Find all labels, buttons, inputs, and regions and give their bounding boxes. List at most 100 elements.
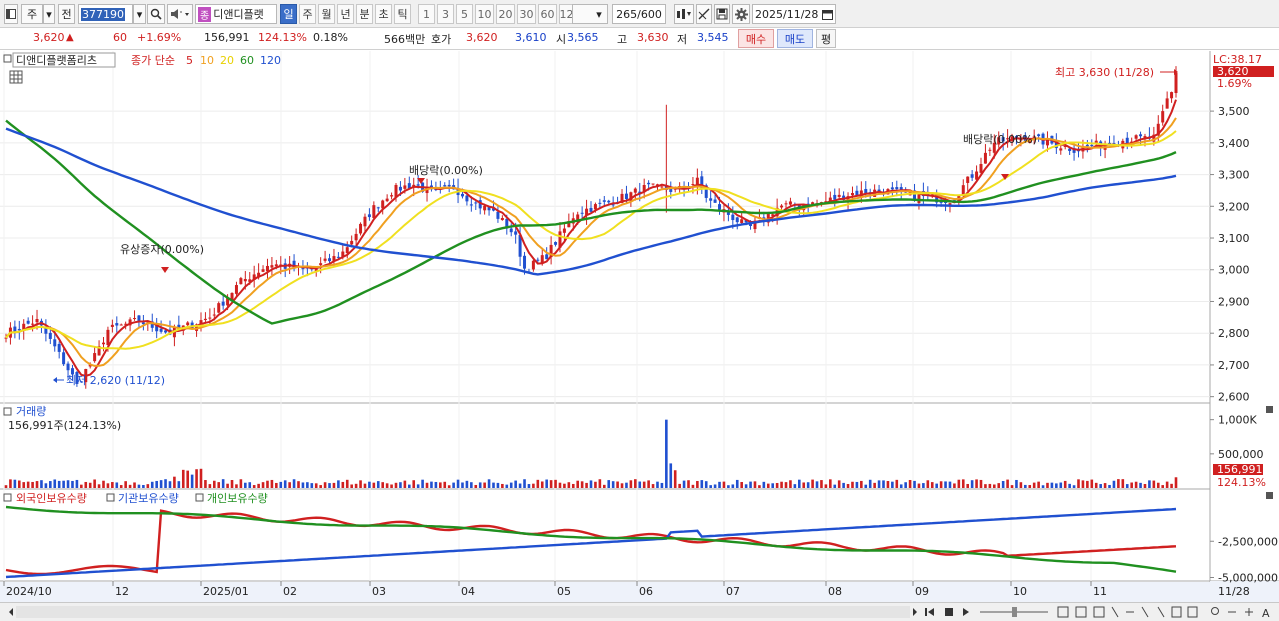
copy-icon[interactable] xyxy=(1171,606,1182,618)
volume-bar xyxy=(975,479,978,488)
volume-ratio: 124.13% xyxy=(258,31,307,44)
zoom-slider[interactable] xyxy=(980,607,1048,617)
stop-icon[interactable] xyxy=(945,608,953,616)
volume-bar xyxy=(899,484,903,488)
volume-bar xyxy=(913,480,916,488)
volume-bar xyxy=(57,480,61,488)
volume-bar xyxy=(922,483,925,488)
period-tab-3[interactable]: 년 xyxy=(337,4,354,24)
volume-bar xyxy=(119,485,123,488)
minute-tab-30[interactable]: 30 xyxy=(517,4,536,24)
panel-close-icon[interactable] xyxy=(1266,406,1273,413)
period-tab-6[interactable]: 틱 xyxy=(394,4,411,24)
prev-button[interactable]: 전 xyxy=(58,4,75,24)
chart-scrollbar[interactable]: A xyxy=(0,602,1279,621)
minute-tab-5[interactable]: 5 xyxy=(456,4,473,24)
volume-bar xyxy=(891,481,894,488)
volume-bar xyxy=(88,482,92,488)
first-page-icon[interactable] xyxy=(925,608,934,616)
market-dropdown[interactable]: ▾ xyxy=(43,4,55,24)
period-tab-2[interactable]: 월 xyxy=(318,4,335,24)
y-tick-label: 2,700 xyxy=(1218,359,1250,372)
volume-bar xyxy=(199,468,203,488)
zoom-in-icon[interactable] xyxy=(1245,608,1253,616)
volume-bar xyxy=(31,481,34,488)
sound-button[interactable] xyxy=(167,4,193,24)
volume-bar xyxy=(722,481,726,488)
fib-icon[interactable] xyxy=(1157,606,1165,618)
volume-bar xyxy=(873,482,876,488)
up-arrow-icon: ▲ xyxy=(66,32,74,43)
volume-bar xyxy=(381,482,385,488)
settings-button[interactable] xyxy=(732,4,750,24)
candle xyxy=(1085,144,1089,147)
candle xyxy=(367,214,371,218)
trend-tool-icon[interactable] xyxy=(1111,606,1119,618)
layout-icon[interactable] xyxy=(4,4,18,24)
volume-bar xyxy=(1152,480,1156,488)
minute-tab-60[interactable]: 60 xyxy=(538,4,557,24)
volume-bar xyxy=(851,481,854,488)
buy-button[interactable]: 매수 xyxy=(738,29,774,48)
layout-grid-icon[interactable] xyxy=(1057,606,1069,618)
period-tab-4[interactable]: 분 xyxy=(356,4,373,24)
candle xyxy=(726,212,730,215)
minute-tab-3[interactable]: 3 xyxy=(437,4,454,24)
indicator-button[interactable] xyxy=(674,4,694,24)
grid-toggle-icon[interactable] xyxy=(9,70,23,84)
volume-bar xyxy=(709,485,712,488)
volume-bar xyxy=(53,479,57,488)
stock-name-field[interactable]: 종 디앤디플랫 xyxy=(195,4,277,24)
candle xyxy=(474,202,478,204)
scroll-right-icon[interactable] xyxy=(913,608,917,616)
scroll-left-icon[interactable] xyxy=(9,608,13,616)
open-label: 시 xyxy=(556,33,567,46)
minute-tab-1[interactable]: 1 xyxy=(418,4,435,24)
period-tab-0[interactable]: 일 xyxy=(280,4,297,24)
volume-bar xyxy=(319,485,322,488)
volume-bar xyxy=(567,482,571,488)
play-icon[interactable] xyxy=(963,608,969,616)
high-price: 3,630 xyxy=(637,31,669,44)
volume-bar xyxy=(1028,485,1032,488)
volume-bar xyxy=(266,480,269,488)
market-tab[interactable]: 주 xyxy=(21,4,43,24)
volume-bar xyxy=(904,482,907,488)
candle xyxy=(895,187,899,190)
minute-tab-10[interactable]: 10 xyxy=(475,4,494,24)
volume-bar xyxy=(611,481,615,488)
search-button[interactable] xyxy=(147,4,165,24)
sell-button[interactable]: 매도 xyxy=(777,29,813,48)
date-picker[interactable]: 2025/11/28 xyxy=(752,4,836,24)
stock-chart[interactable]: 3,500 3,400 3,300 3,200 3,100 3,000 2,900 2,800… xyxy=(0,51,1279,602)
volume-bar xyxy=(385,483,389,488)
event-rights-offering: 유상증자(0.00%) xyxy=(120,243,204,256)
custom-period-dropdown[interactable]: ▾ xyxy=(572,4,608,24)
zoom-icon[interactable] xyxy=(1211,607,1219,615)
table-icon[interactable] xyxy=(1093,606,1105,618)
candle xyxy=(651,183,655,185)
data-count-field[interactable]: 265/600 xyxy=(612,4,666,24)
chart-title[interactable]: 디앤디플랫폼리츠 xyxy=(16,54,97,67)
draw-line-icon[interactable] xyxy=(1141,606,1149,618)
candle xyxy=(850,193,854,196)
candle xyxy=(598,202,602,204)
lock-icon[interactable] xyxy=(1187,606,1198,618)
panel-close-icon[interactable] xyxy=(1266,492,1273,499)
code-dropdown[interactable]: ▾ xyxy=(133,4,146,24)
period-tab-5[interactable]: 초 xyxy=(375,4,392,24)
period-tab-1[interactable]: 주 xyxy=(299,4,316,24)
volume-bar xyxy=(789,480,792,488)
volume-bar xyxy=(997,483,1001,488)
save-button[interactable] xyxy=(714,4,730,24)
font-size-icon[interactable]: A xyxy=(1262,607,1270,620)
compare-icon[interactable] xyxy=(1075,606,1087,618)
candle xyxy=(970,174,974,178)
candle xyxy=(1165,98,1169,109)
draw-tool-button[interactable] xyxy=(696,4,712,24)
volume-tag-pct: 124.13% xyxy=(1217,476,1266,489)
minute-tab-20[interactable]: 20 xyxy=(496,4,515,24)
eval-button[interactable]: 평 xyxy=(816,29,836,48)
candle xyxy=(483,205,487,211)
stock-code-input[interactable]: 377190 xyxy=(78,4,133,24)
